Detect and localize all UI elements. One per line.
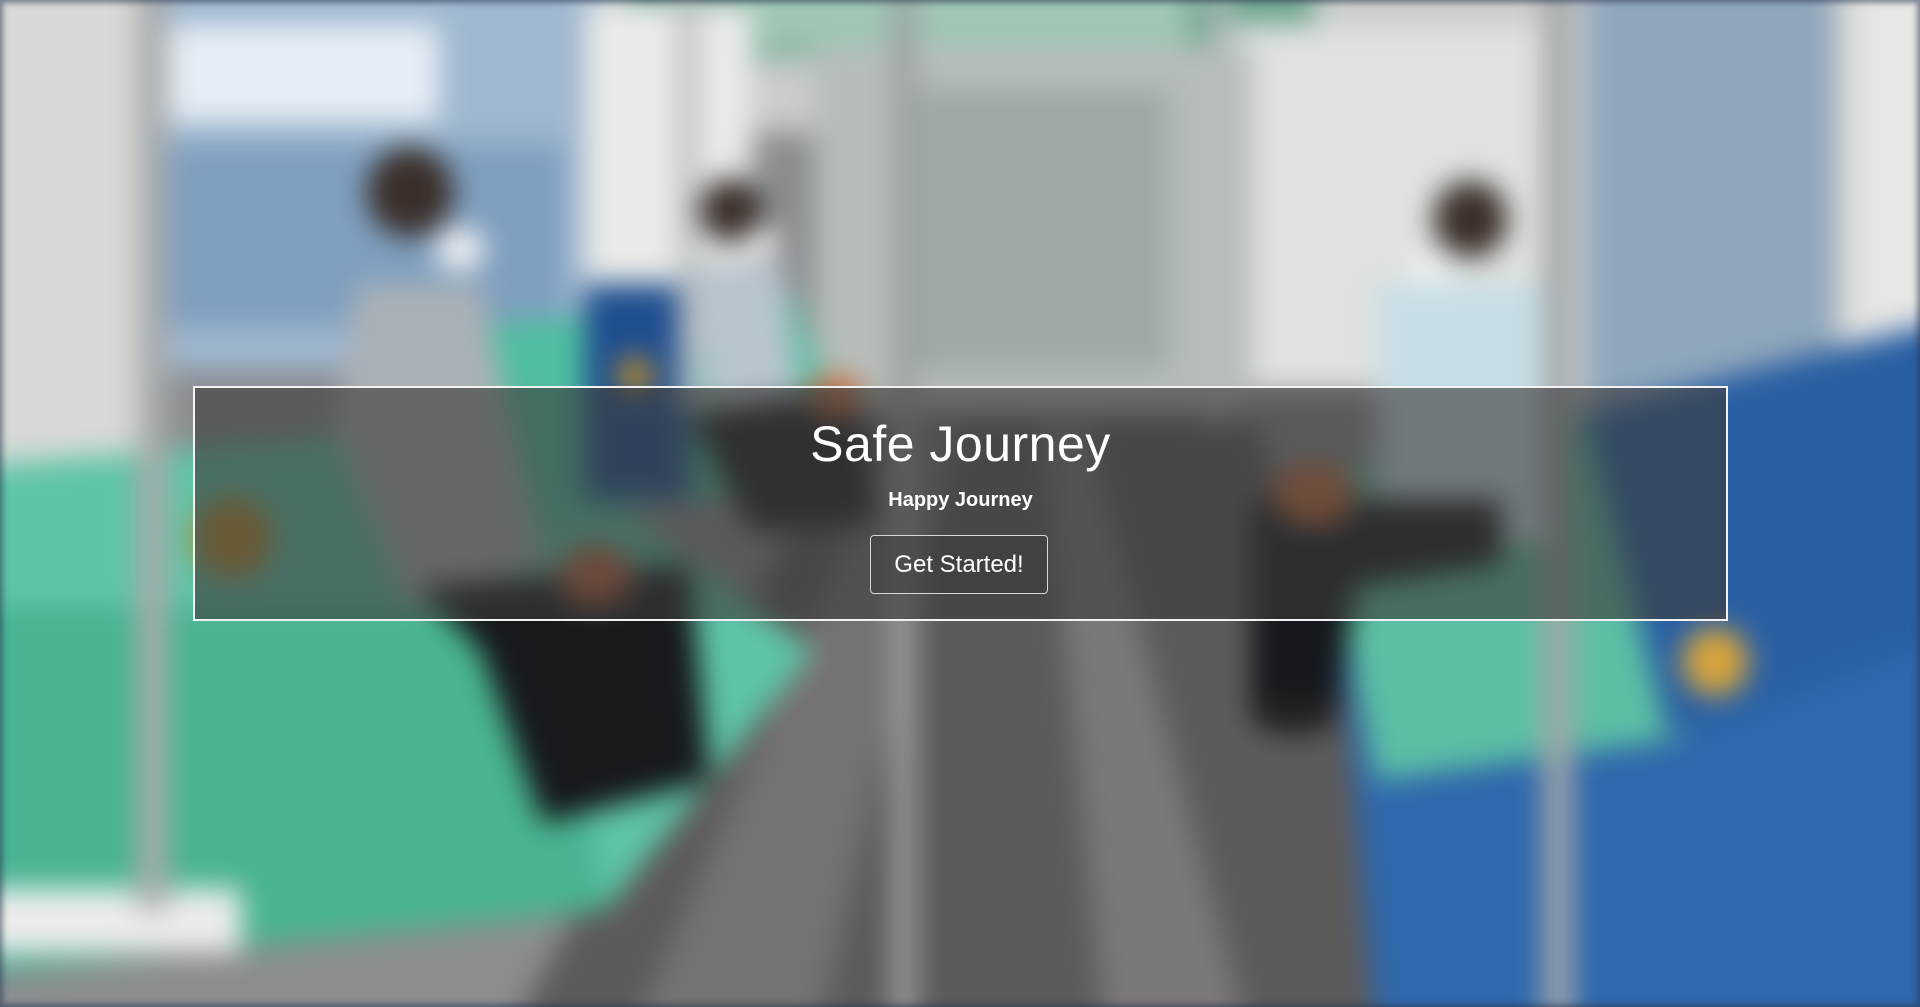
- hero-subtitle: Happy Journey: [888, 489, 1033, 511]
- hero-banner: Safe Journey Happy Journey Get Started!: [193, 386, 1728, 621]
- hero-title: Safe Journey: [810, 416, 1111, 472]
- get-started-button[interactable]: Get Started!: [870, 535, 1048, 594]
- hero-section: Safe Journey Happy Journey Get Started!: [0, 0, 1920, 1007]
